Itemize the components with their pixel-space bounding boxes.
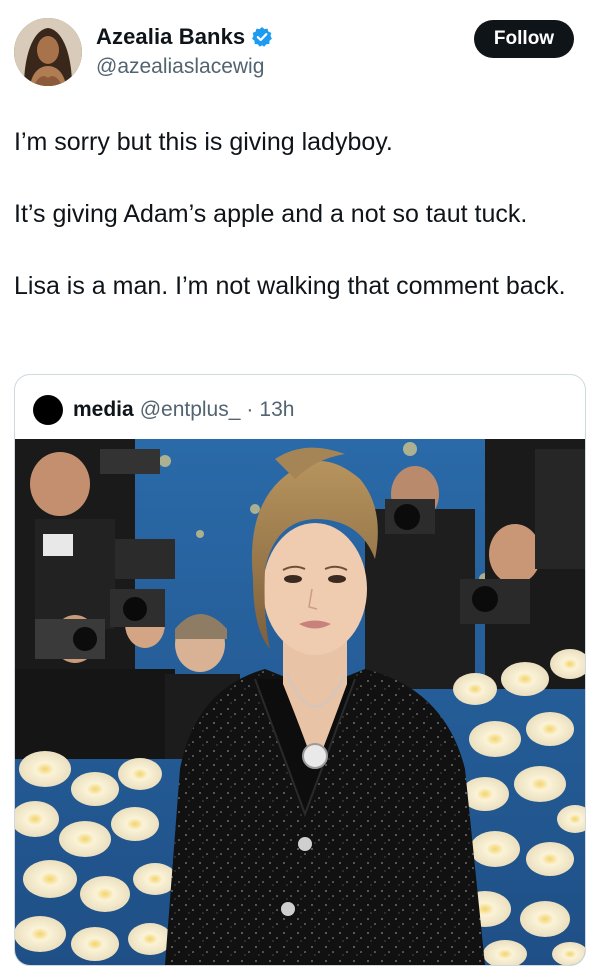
tweet-text: I’m sorry but this is giving ladyboy. It… — [14, 124, 574, 304]
verified-badge-icon[interactable] — [251, 26, 273, 48]
tweet-header: Azealia Banks @azealiaslacewig Follow — [0, 0, 600, 95]
display-name-row: Azealia Banks — [96, 24, 273, 50]
quoted-tweet-card[interactable]: media @entplus_ · 13h — [14, 374, 586, 966]
quoted-tweet-header: media @entplus_ · 13h — [33, 395, 294, 425]
quoted-author-name[interactable]: media — [73, 398, 134, 422]
follow-button[interactable]: Follow — [474, 20, 574, 58]
author-handle[interactable]: @azealiaslacewig — [96, 55, 273, 79]
tweet-paragraph: Lisa is a man. I’m not walking that comm… — [14, 272, 566, 300]
tweet-paragraph: I’m sorry but this is giving ladyboy. — [14, 128, 393, 156]
quoted-tweet-photo[interactable] — [15, 439, 585, 965]
tweet-paragraph: It’s giving Adam’s apple and a not so ta… — [14, 200, 528, 228]
quoted-author-handle[interactable]: @entplus_ — [140, 398, 241, 422]
quoted-separator: · — [246, 398, 254, 421]
author-display-name[interactable]: Azealia Banks — [96, 24, 245, 50]
author-names: Azealia Banks @azealiaslacewig — [96, 24, 273, 79]
quoted-timestamp[interactable]: 13h — [259, 398, 294, 422]
quoted-author-avatar[interactable] — [33, 395, 63, 425]
author-avatar[interactable] — [14, 18, 82, 86]
